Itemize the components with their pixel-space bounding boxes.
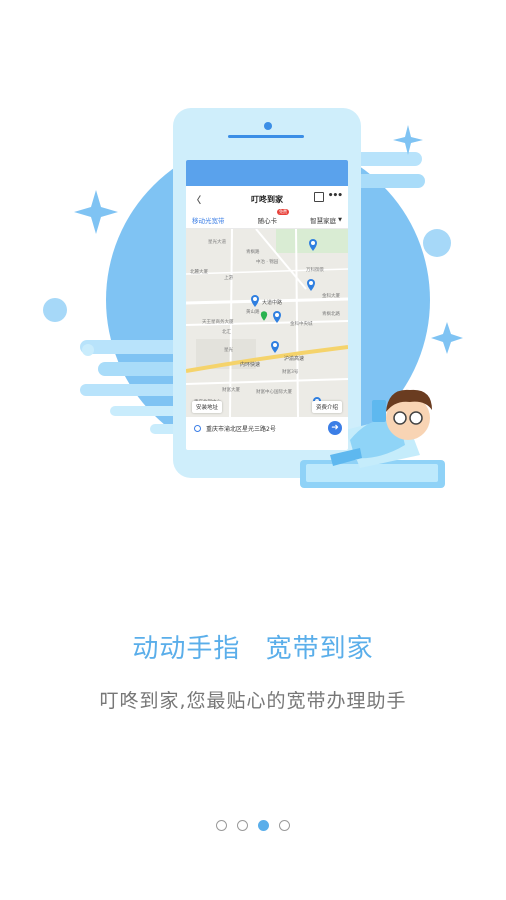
page-indicator bbox=[0, 820, 506, 831]
phone-speaker bbox=[228, 135, 304, 138]
tab-broadband-label: 移动光宽带 bbox=[192, 217, 225, 225]
small-circle-right bbox=[423, 229, 451, 257]
current-location-icon bbox=[260, 311, 268, 321]
headline: 动动手指 宽带到家 bbox=[0, 628, 506, 665]
map-label: 天王星商务大厦 bbox=[202, 320, 234, 325]
tab-smart-home-label: 智慧家庭 bbox=[310, 217, 337, 225]
map-label: 中冶 · 锦园 bbox=[256, 260, 279, 265]
map-label: 财富中心国际大厦 bbox=[256, 390, 292, 395]
map-label: 金科大厦 bbox=[322, 294, 340, 299]
app-nav-title: 叮咚到家 bbox=[251, 194, 283, 204]
page-dot-2[interactable] bbox=[237, 820, 248, 831]
map-label: 上游 bbox=[224, 276, 233, 281]
road-label: 内环快速 bbox=[240, 362, 261, 368]
map-label: 金科中央城 bbox=[290, 322, 313, 327]
page-dot-4[interactable] bbox=[279, 820, 290, 831]
map-label: 星光大道 bbox=[208, 240, 226, 245]
map-pin-icon[interactable] bbox=[270, 341, 280, 353]
map-pin-icon[interactable] bbox=[308, 239, 318, 251]
character-glasses-left bbox=[393, 411, 407, 425]
more-icon[interactable]: ••• bbox=[328, 191, 343, 201]
map-view[interactable]: 星光大道 青枫路 中冶 · 锦园 北麓大厦 万科御景 上游 金科大厦 青枫北路 … bbox=[186, 229, 348, 417]
small-circle-left bbox=[43, 298, 67, 322]
tablet-screen bbox=[306, 464, 438, 482]
tab-card-label: 随心卡 bbox=[257, 217, 278, 225]
map-label: 财富大厦 bbox=[222, 388, 240, 393]
app-tab-bar: 移动光宽带 随心卡 免费 智慧家庭 ▼ bbox=[186, 209, 348, 229]
road-label: 大道中路 bbox=[262, 300, 283, 306]
map-label: 北汇 bbox=[222, 330, 231, 335]
go-arrow-icon[interactable]: ➜ bbox=[328, 421, 342, 435]
app-status-bar bbox=[186, 160, 348, 186]
hero-illustration: 〈 叮咚到家 ••• 移动光宽带 随心卡 免费 智慧家庭 ▼ 星光大道 青枫路 … bbox=[0, 0, 506, 520]
phone-screen: 〈 叮咚到家 ••• 移动光宽带 随心卡 免费 智慧家庭 ▼ 星光大道 青枫路 … bbox=[186, 160, 348, 450]
tab-smart-home[interactable]: 智慧家庭 ▼ bbox=[310, 215, 342, 225]
map-label: 北麓大厦 bbox=[190, 270, 208, 275]
fee-intro-button[interactable]: 资费介绍 bbox=[311, 401, 342, 413]
map-pin-icon[interactable] bbox=[306, 279, 316, 291]
tab-broadband[interactable]: 移动光宽带 bbox=[192, 215, 225, 225]
map-label: 财富3号 bbox=[282, 370, 299, 375]
tiny-circle-left bbox=[82, 344, 94, 356]
map-label: 万科御景 bbox=[306, 268, 324, 273]
map-label: 青枫北路 bbox=[322, 312, 340, 317]
share-icon[interactable] bbox=[314, 192, 324, 202]
sparkle-icon bbox=[431, 322, 463, 354]
character-handheld-phone bbox=[372, 400, 386, 422]
map-pin-icon[interactable] bbox=[250, 295, 260, 307]
map-label: 青枫路 bbox=[246, 250, 260, 255]
road-label: 沪渝高速 bbox=[284, 356, 305, 362]
headline-part1: 动动手指 bbox=[132, 634, 241, 664]
free-badge: 免费 bbox=[277, 209, 290, 215]
stripe-right-1 bbox=[352, 152, 422, 166]
page-dot-1[interactable] bbox=[216, 820, 227, 831]
address-bar[interactable]: 重庆市渝北区星光三路2号 ➜ bbox=[186, 417, 348, 439]
tab-card[interactable]: 随心卡 免费 bbox=[257, 209, 290, 225]
sparkle-icon bbox=[393, 125, 423, 155]
map-label: 星光 bbox=[224, 348, 233, 353]
dropdown-arrow-icon: ▼ bbox=[338, 217, 342, 223]
subline: 叮咚到家,您最贴心的宽带办理助手 bbox=[99, 690, 407, 712]
sparkle-icon bbox=[74, 190, 118, 234]
install-address-button[interactable]: 安装地址 bbox=[192, 401, 223, 413]
phone-camera bbox=[264, 122, 272, 130]
headline-part2: 宽带到家 bbox=[265, 634, 374, 664]
back-arrow-icon[interactable]: 〈 bbox=[192, 193, 201, 206]
app-nav-bar: 〈 叮咚到家 ••• bbox=[186, 186, 348, 212]
address-text: 重庆市渝北区星光三路2号 bbox=[206, 425, 276, 433]
map-label: 黄山路 bbox=[246, 310, 260, 315]
map-pin-icon[interactable] bbox=[272, 311, 282, 323]
page-dot-3[interactable] bbox=[258, 820, 269, 831]
address-dot-icon bbox=[194, 424, 201, 432]
character-glasses-right bbox=[409, 411, 423, 425]
